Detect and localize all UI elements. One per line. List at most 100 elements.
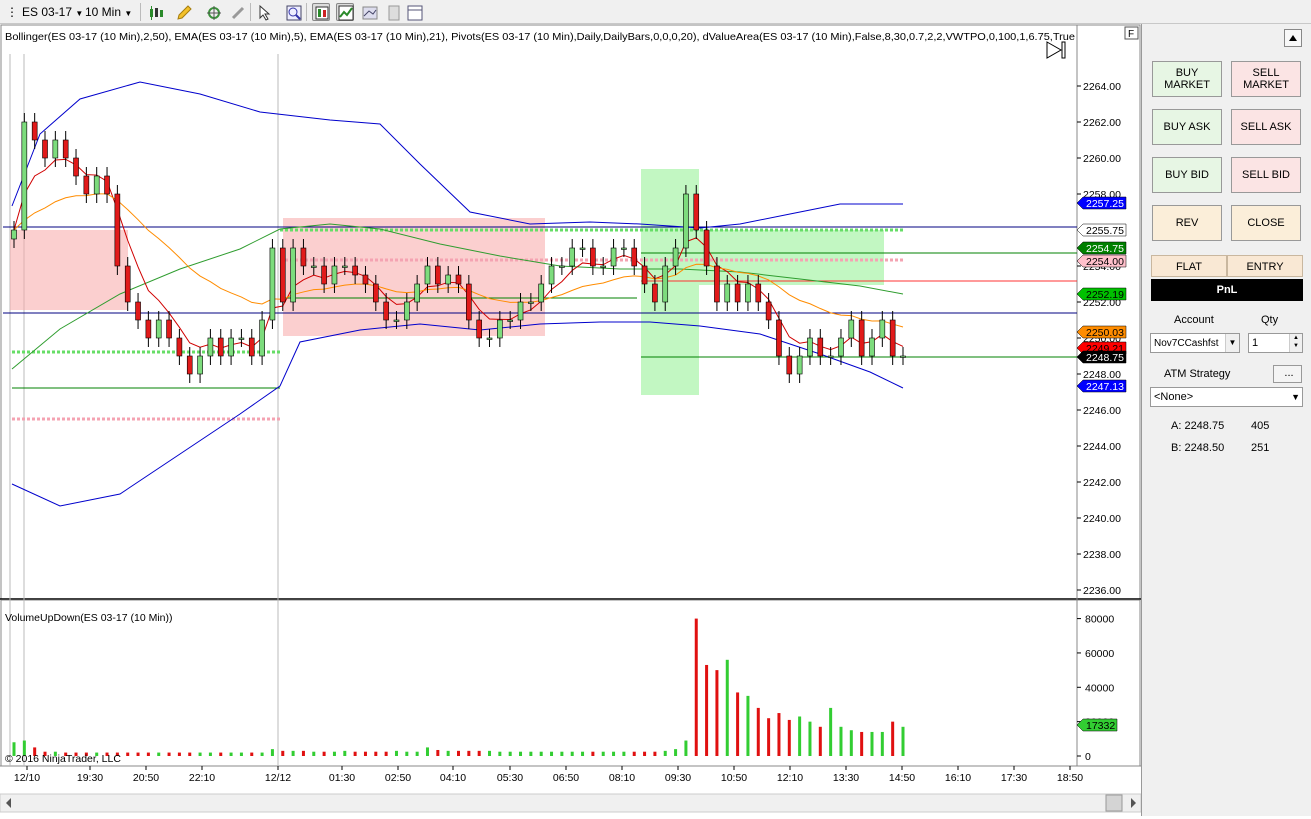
candle-body[interactable]	[373, 283, 379, 303]
candle-body[interactable]	[404, 301, 410, 321]
candle-body[interactable]	[197, 355, 203, 375]
stepper-arrows-icon[interactable]: ▲ ▼	[1289, 334, 1302, 352]
candle-body[interactable]	[341, 265, 348, 268]
candle-body[interactable]	[776, 319, 782, 357]
candle-body[interactable]	[383, 301, 389, 321]
candle-body[interactable]	[672, 247, 679, 267]
candle-body[interactable]	[879, 319, 886, 339]
candle-body[interactable]	[352, 265, 358, 276]
candle-body[interactable]	[548, 265, 555, 285]
candle-body[interactable]	[807, 337, 813, 357]
candle-body[interactable]	[755, 283, 762, 303]
horizontal-scrollbar[interactable]	[0, 793, 1142, 813]
candle-body[interactable]	[62, 139, 69, 159]
pointer-icon[interactable]	[255, 3, 273, 21]
sell-bid-button[interactable]: SELL BID	[1231, 157, 1301, 193]
candle-body[interactable]	[93, 175, 100, 195]
candle-body[interactable]	[310, 265, 317, 268]
candle-body[interactable]	[466, 283, 472, 321]
candle-body[interactable]	[124, 265, 131, 303]
play-forward-icon[interactable]	[1046, 41, 1066, 59]
candle-body[interactable]	[21, 121, 28, 231]
candle-body[interactable]	[455, 274, 462, 285]
candle-body[interactable]	[300, 247, 307, 267]
candle-body[interactable]	[52, 139, 59, 159]
buy-bid-button[interactable]: BUY BID	[1152, 157, 1222, 193]
candle-body[interactable]	[641, 265, 648, 285]
candle-body[interactable]	[817, 337, 824, 357]
candle-body[interactable]	[42, 139, 48, 159]
zoom-icon[interactable]	[284, 3, 302, 21]
candle-body[interactable]	[290, 247, 296, 303]
panel-scroll-up-button[interactable]	[1284, 29, 1302, 47]
candle-body[interactable]	[31, 121, 38, 141]
bar-type-candlestick-icon[interactable]	[146, 3, 164, 21]
candle-body[interactable]	[135, 301, 141, 321]
draw-pencil-icon[interactable]	[174, 3, 192, 21]
candle-body[interactable]	[724, 283, 731, 303]
candle-body[interactable]	[497, 319, 503, 339]
candle-body[interactable]	[838, 337, 844, 357]
candle-body[interactable]	[734, 283, 741, 303]
candle-body[interactable]	[486, 337, 493, 340]
candle-body[interactable]	[11, 229, 17, 240]
reverse-button[interactable]: REV	[1152, 205, 1222, 241]
candle-body[interactable]	[424, 265, 431, 285]
candle-body[interactable]	[476, 319, 482, 339]
candle-body[interactable]	[610, 247, 617, 267]
sell-ask-button[interactable]: SELL ASK	[1231, 109, 1301, 145]
candle-body[interactable]	[652, 283, 658, 303]
candle-body[interactable]	[155, 319, 162, 339]
candle-body[interactable]	[600, 265, 607, 268]
candle-body[interactable]	[590, 247, 596, 267]
instrument-selector[interactable]: ES 03-17 ▼	[22, 3, 83, 21]
candle-body[interactable]	[279, 247, 286, 303]
candle-body[interactable]	[579, 247, 586, 250]
candle-body[interactable]	[259, 319, 265, 357]
candle-body[interactable]	[786, 355, 793, 375]
magnet-icon[interactable]	[228, 3, 246, 21]
candle-body[interactable]	[248, 337, 255, 357]
candle-body[interactable]	[228, 337, 234, 357]
price-chart-svg[interactable]: Bollinger(ES 03-17 (10 Min),2,50), EMA(E…	[0, 24, 1142, 816]
candle-body[interactable]	[631, 247, 638, 267]
candle-body[interactable]	[559, 265, 565, 268]
indicators-icon[interactable]	[336, 3, 354, 21]
candle-body[interactable]	[445, 274, 451, 285]
candle-body[interactable]	[569, 247, 576, 267]
scrollbar-thumb[interactable]	[1105, 794, 1123, 812]
candle-body[interactable]	[414, 283, 420, 303]
templates-icon[interactable]	[405, 3, 423, 21]
candle-body[interactable]	[621, 247, 627, 250]
candle-body[interactable]	[827, 355, 834, 358]
candle-body[interactable]	[703, 229, 710, 267]
candle-body[interactable]	[166, 319, 172, 339]
candle-body[interactable]	[869, 337, 875, 357]
atm-strategy-options-button[interactable]: ...	[1273, 365, 1302, 383]
candle-body[interactable]	[528, 301, 534, 304]
candle-body[interactable]	[114, 193, 121, 267]
candle-body[interactable]	[796, 355, 803, 375]
candle-body[interactable]	[693, 193, 700, 231]
candle-body[interactable]	[393, 319, 400, 322]
candle-body[interactable]	[104, 175, 110, 195]
sell-market-button[interactable]: SELL MARKET	[1231, 61, 1301, 97]
buy-market-button[interactable]: BUY MARKET	[1152, 61, 1222, 97]
candle-body[interactable]	[207, 337, 214, 357]
candle-body[interactable]	[331, 265, 338, 285]
candle-body[interactable]	[269, 247, 276, 321]
candle-body[interactable]	[83, 175, 90, 195]
candle-body[interactable]	[900, 355, 906, 358]
candle-body[interactable]	[176, 337, 183, 357]
quantity-stepper[interactable]: 1 ▲ ▼	[1248, 333, 1303, 353]
candle-body[interactable]	[714, 265, 720, 303]
interval-selector[interactable]: 10 Min ▼	[85, 3, 132, 21]
candle-body[interactable]	[238, 337, 245, 340]
candle-body[interactable]	[362, 274, 369, 285]
candle-body[interactable]	[745, 283, 751, 303]
strategies-icon[interactable]	[360, 3, 378, 21]
candle-body[interactable]	[858, 319, 865, 357]
crosshair-icon[interactable]	[204, 3, 222, 21]
candle-body[interactable]	[217, 337, 224, 357]
candle-body[interactable]	[765, 301, 772, 321]
